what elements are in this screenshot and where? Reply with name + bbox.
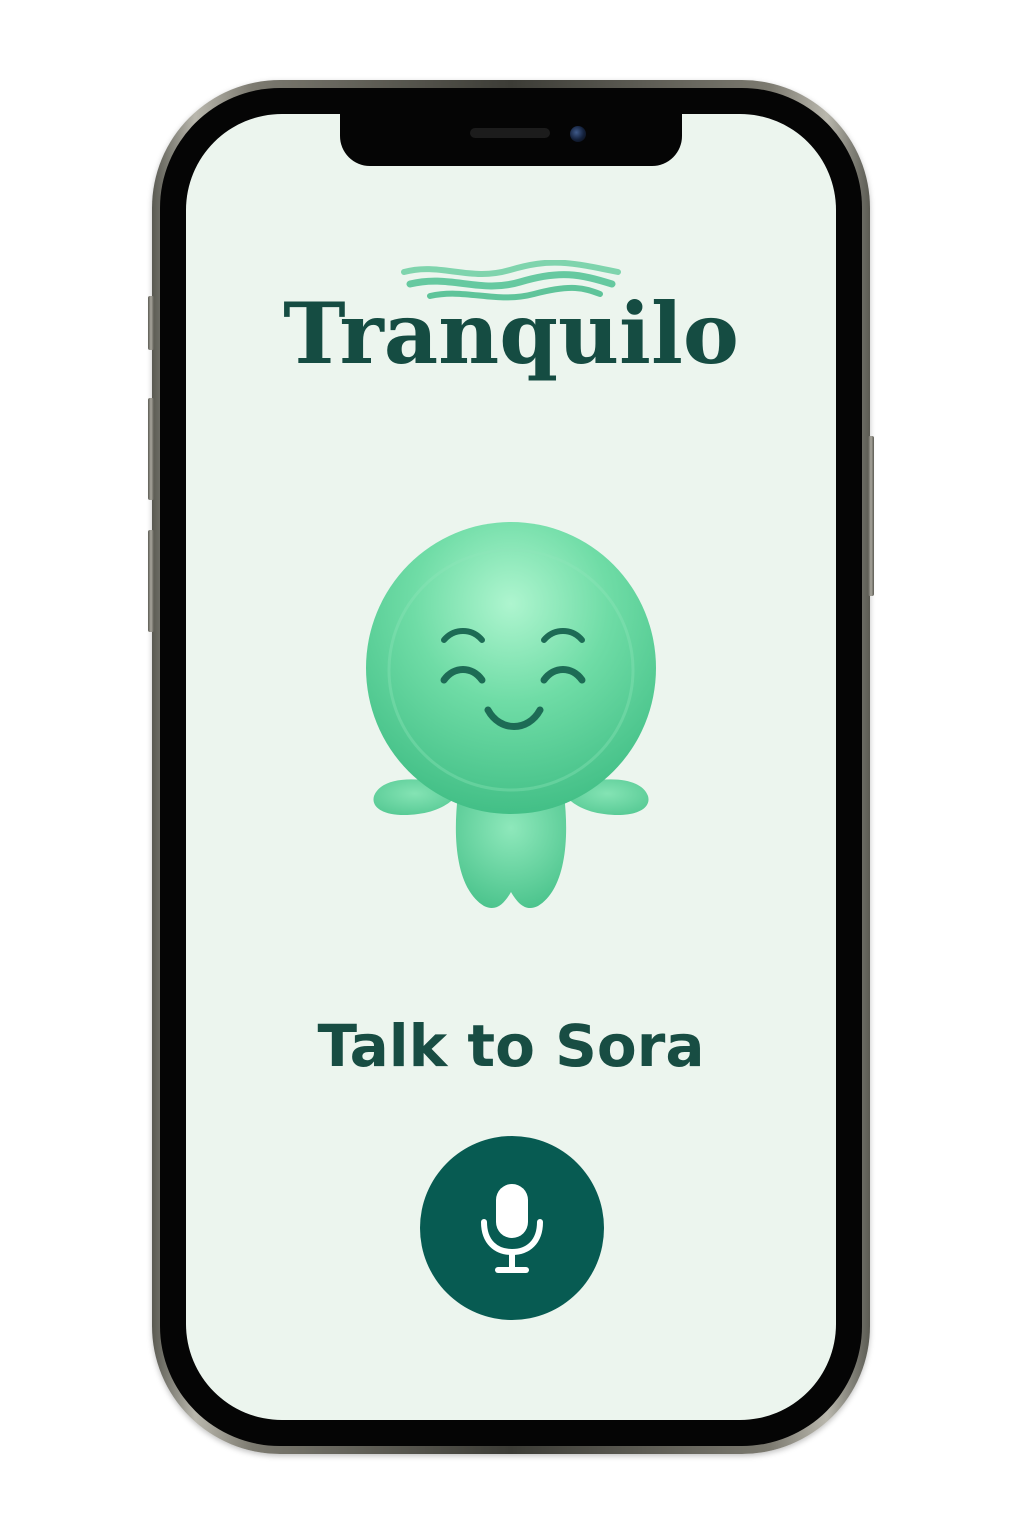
power-button xyxy=(868,436,874,596)
microphone-icon xyxy=(481,1184,543,1273)
volume-down-button xyxy=(148,530,154,632)
microphone-button[interactable] xyxy=(420,1136,604,1320)
volume-up-button xyxy=(148,398,154,500)
phone-notch xyxy=(340,114,682,166)
talk-to-sora-heading: Talk to Sora xyxy=(317,1012,705,1080)
earpiece-speaker xyxy=(470,128,550,138)
app-title: Tranquilo xyxy=(283,284,739,383)
silent-switch xyxy=(148,296,154,350)
mascot-illustration xyxy=(366,522,656,909)
front-camera xyxy=(570,126,586,142)
app-screen: Tranquilo Talk to Sora xyxy=(186,114,836,1420)
page: Tranquilo Talk to Sora xyxy=(0,0,1024,1536)
